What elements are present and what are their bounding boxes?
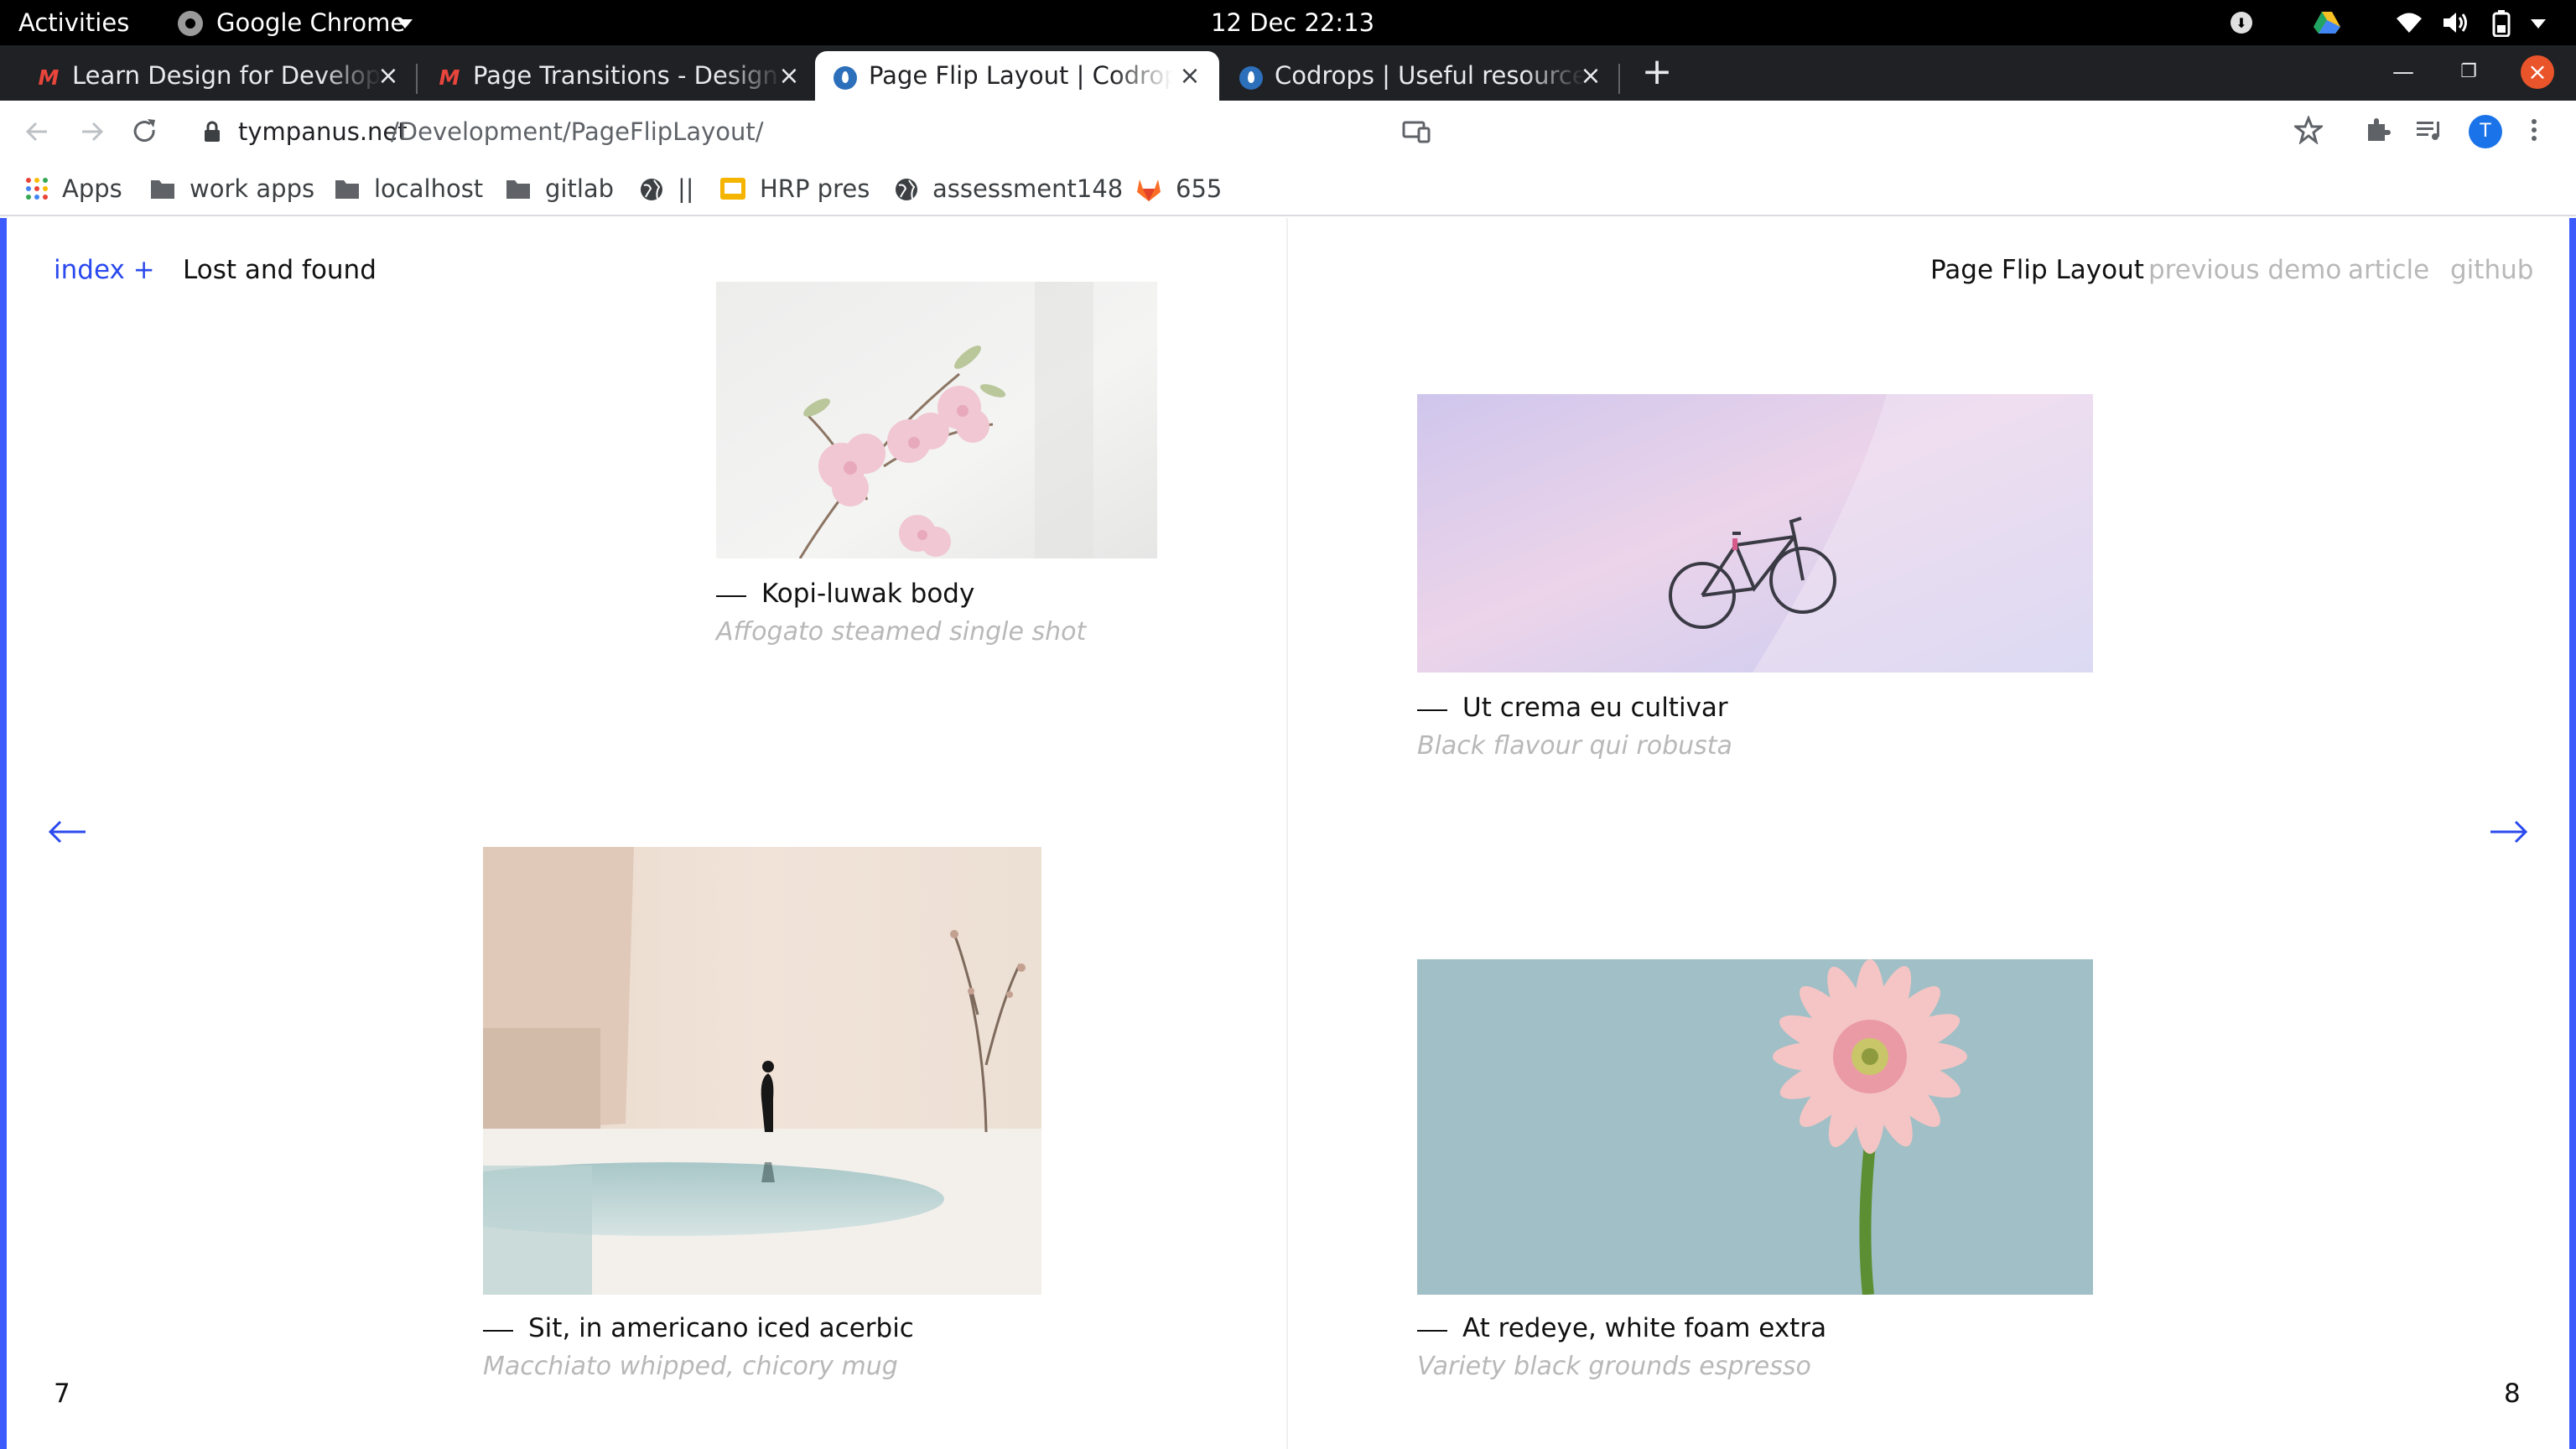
folder-icon	[506, 180, 530, 199]
bookmarks-bar: Apps work apps localhost gitlab || HRP p…	[0, 163, 2576, 216]
svg-text:⬇: ⬇	[2236, 15, 2246, 31]
app-menu-caret-icon[interactable]	[397, 19, 413, 29]
google-drive-icon[interactable]	[2313, 10, 2341, 35]
item-subtitle: Black flavour qui robusta	[1417, 731, 1732, 761]
bookmark-655[interactable]: 655	[1176, 163, 1222, 215]
right-page-edge	[2569, 218, 2576, 1449]
bookmark-gitlab[interactable]: gitlab	[545, 163, 614, 215]
page-title: Lost and found	[183, 255, 377, 285]
index-link[interactable]: index +	[54, 255, 155, 285]
new-tab-plus-icon[interactable]: +	[1640, 54, 1674, 91]
lock-icon[interactable]	[203, 121, 221, 143]
slides-icon	[720, 178, 745, 200]
page-flip-layout-page: index + Lost and found Page Flip Layout …	[0, 218, 2576, 1449]
chrome-menu-icon[interactable]	[2526, 116, 2542, 144]
tab-close-icon[interactable]: ×	[1578, 64, 1603, 89]
item-subtitle: Affogato steamed single shot	[716, 617, 1087, 647]
codrops-favicon-icon	[1239, 66, 1263, 90]
forward-arrow-icon[interactable]	[75, 116, 107, 148]
bookmark-assessment148[interactable]: assessment148	[932, 163, 1123, 215]
woman-by-pool-photo[interactable]	[483, 847, 1041, 1295]
book-spine-divider	[1286, 218, 1288, 1449]
tab-title: Learn Design for Developers	[72, 61, 382, 90]
system-clock[interactable]: 12 Dec 22:13	[1211, 0, 1374, 45]
tab-page-flip-layout[interactable]: Page Flip Layout | Codrops ×	[815, 51, 1219, 101]
chrome-app-icon	[178, 11, 203, 36]
cherry-blossom-photo[interactable]	[716, 282, 1157, 558]
next-page-arrow-icon[interactable]	[2489, 815, 2529, 849]
media-queue-icon[interactable]	[2415, 116, 2444, 144]
tab-separator	[1618, 64, 1620, 94]
battery-icon[interactable]	[2492, 10, 2511, 37]
tab-title: Codrops | Useful resources	[1275, 61, 1585, 90]
globe-icon	[641, 179, 662, 200]
bookmark-star-icon[interactable]	[2294, 116, 2323, 144]
pink-gerbera-photo[interactable]	[1417, 959, 2093, 1295]
item-subtitle: Macchiato whipped, chicory mug	[483, 1352, 898, 1381]
window-minimize-icon[interactable]: —	[2388, 57, 2418, 87]
system-top-bar: Activities Google Chrome 12 Dec 22:13 ⬇	[0, 0, 2576, 45]
wifi-icon[interactable]	[2395, 10, 2423, 35]
app-menu-label[interactable]: Google Chrome	[216, 0, 405, 45]
tab-close-icon[interactable]: ×	[376, 64, 401, 89]
previous-demo-link[interactable]: previous demo	[2148, 255, 2341, 285]
folder-icon	[151, 180, 174, 199]
github-link[interactable]: github	[2450, 255, 2533, 285]
item-title: Ut crema eu cultivar	[1462, 693, 1728, 723]
address-bar[interactable]: tympanus.net /Development/PageFlipLayout…	[179, 106, 2247, 157]
extensions-puzzle-icon[interactable]	[2363, 116, 2392, 144]
browser-toolbar: tympanus.net /Development/PageFlipLayout…	[0, 101, 2576, 163]
tab-title: Page Transitions - Design	[473, 61, 778, 90]
right-page-number: 8	[2504, 1379, 2521, 1409]
tab-learn-design[interactable]: M Learn Design for Developers ×	[18, 51, 413, 101]
item-title: Sit, in americano iced acerbic	[528, 1313, 914, 1343]
previous-page-arrow-icon[interactable]	[47, 815, 87, 849]
reload-icon[interactable]	[129, 116, 161, 148]
url-domain: tympanus.net	[238, 117, 408, 146]
caption-dash	[1417, 1330, 1447, 1332]
system-menu-caret-icon[interactable]	[2531, 19, 2546, 29]
caption-dash	[483, 1330, 513, 1332]
item-subtitle: Variety black grounds espresso	[1417, 1352, 1811, 1381]
item-title: At redeye, white foam extra	[1462, 1313, 1827, 1343]
article-link[interactable]: article	[2348, 255, 2429, 285]
update-indicator-icon[interactable]: ⬇	[2229, 10, 2254, 35]
window-restore-icon[interactable]: ❐	[2454, 57, 2484, 87]
bookmark-work-apps[interactable]: work apps	[190, 163, 314, 215]
folder-icon	[335, 180, 359, 199]
left-page-edge	[0, 218, 7, 1449]
caption-dash	[1417, 709, 1447, 711]
cast-install-icon[interactable]	[1402, 120, 1431, 143]
globe-icon	[896, 179, 917, 200]
item-title: Kopi-luwak body	[761, 579, 975, 609]
tab-close-icon[interactable]: ×	[1177, 64, 1202, 89]
tab-codrops[interactable]: Codrops | Useful resources ×	[1221, 51, 1615, 101]
apps-grid-icon[interactable]	[25, 177, 49, 200]
window-close-icon[interactable]: ×	[2521, 55, 2554, 89]
activities-button[interactable]: Activities	[18, 0, 129, 45]
caption-dash	[716, 595, 746, 597]
volume-icon[interactable]	[2442, 10, 2470, 35]
modern-m-favicon-icon: M	[38, 65, 60, 90]
url-path: /Development/PageFlipLayout/	[391, 117, 764, 146]
modern-m-favicon-icon: M	[439, 65, 460, 90]
pink-bicycle-photo[interactable]	[1417, 394, 2093, 673]
tab-close-icon[interactable]: ×	[776, 64, 802, 89]
bookmark-hrp-pres[interactable]: HRP pres	[760, 163, 870, 215]
tab-separator	[416, 64, 418, 94]
bookmark-localhost[interactable]: localhost	[374, 163, 483, 215]
codrops-favicon-icon	[834, 66, 857, 90]
left-page-number: 7	[54, 1379, 70, 1409]
gitlab-icon	[1137, 179, 1161, 201]
profile-avatar[interactable]: T	[2469, 115, 2502, 148]
tab-page-transitions[interactable]: M Page Transitions - Design ×	[419, 51, 813, 101]
tab-title: Page Flip Layout | Codrops	[869, 61, 1172, 90]
back-arrow-icon[interactable]	[22, 116, 54, 148]
bookmark-apps[interactable]: Apps	[62, 163, 122, 215]
bookmark-pipes[interactable]: ||	[678, 163, 694, 215]
tab-strip: M Learn Design for Developers × M Page T…	[0, 45, 2576, 101]
demo-name-link[interactable]: Page Flip Layout	[1930, 255, 2144, 285]
